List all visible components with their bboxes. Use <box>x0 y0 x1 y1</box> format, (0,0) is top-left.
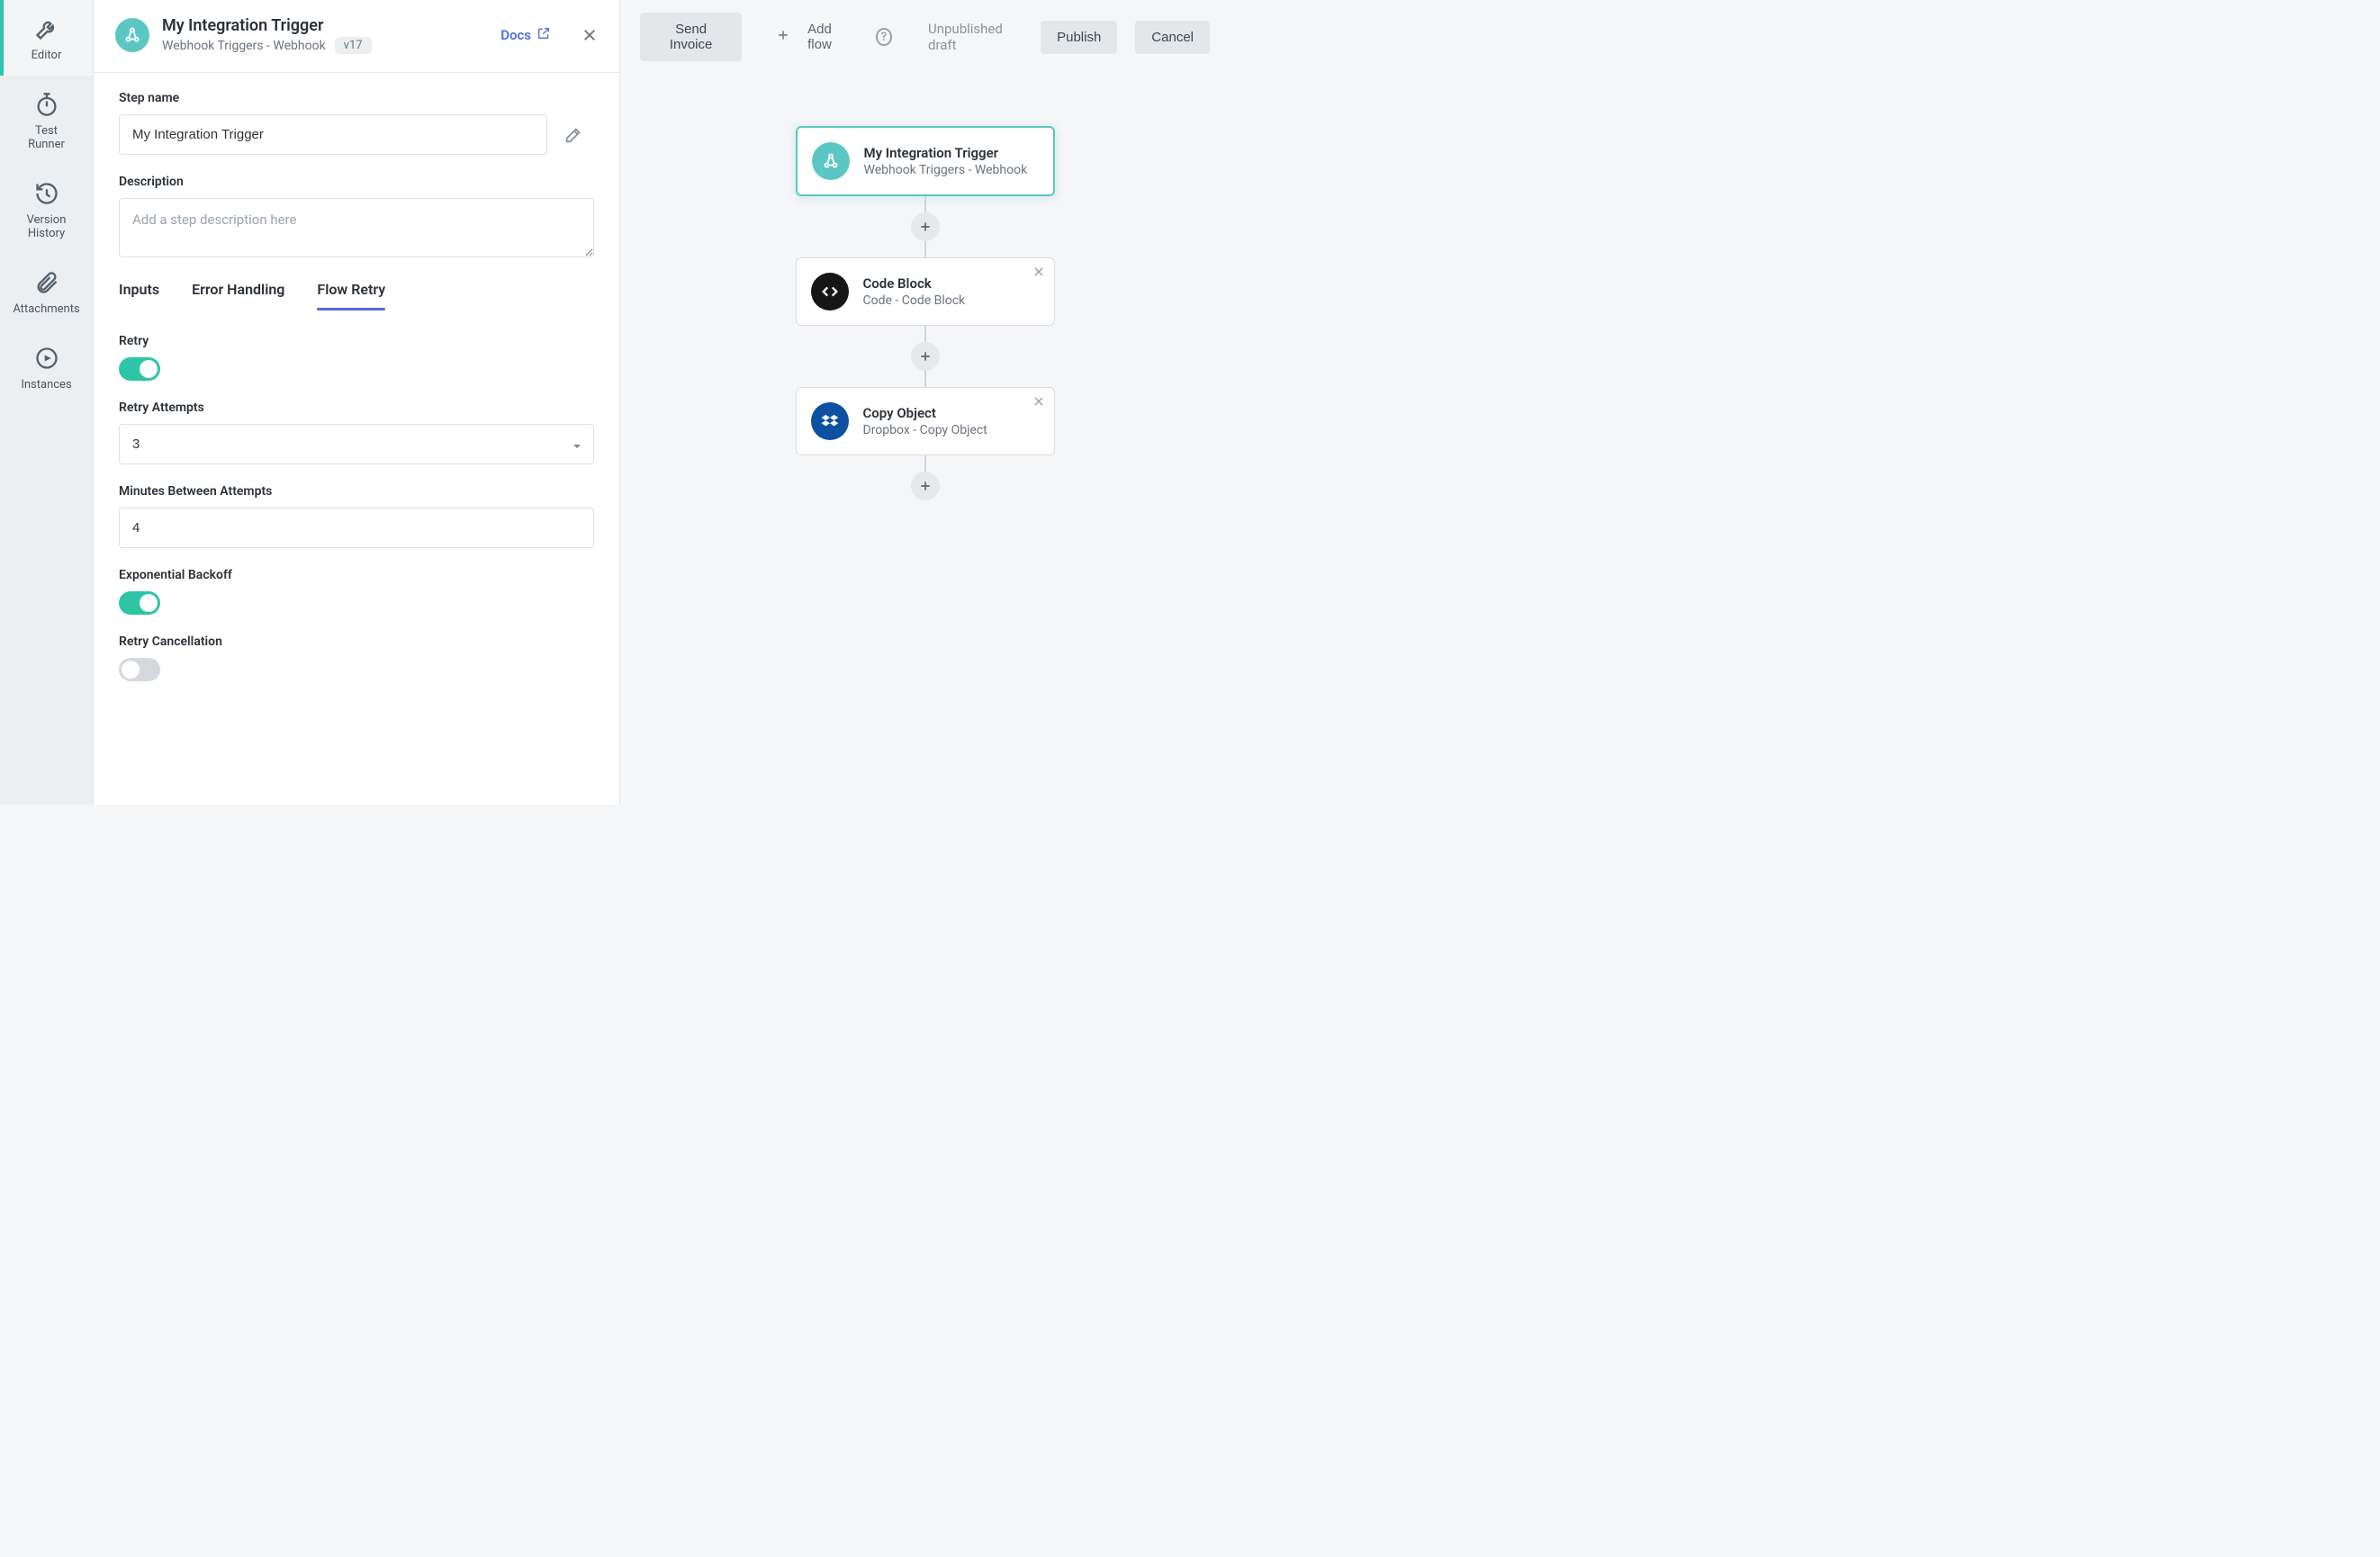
publish-button[interactable]: Publish <box>1041 21 1117 54</box>
plus-icon <box>776 28 790 46</box>
help-button[interactable]: ? <box>876 28 892 46</box>
play-circle-icon <box>32 344 61 373</box>
add-step-button[interactable] <box>911 472 940 500</box>
close-icon <box>1032 266 1045 278</box>
close-icon <box>581 27 598 43</box>
close-icon <box>1032 395 1045 408</box>
retry-attempts-group: Retry Attempts <box>119 400 594 464</box>
minutes-between-label: Minutes Between Attempts <box>119 484 594 499</box>
tab-inputs[interactable]: Inputs <box>119 281 159 309</box>
retry-attempts-select[interactable] <box>119 424 594 464</box>
close-panel-button[interactable] <box>581 27 598 43</box>
plus-icon <box>918 349 933 364</box>
minutes-between-group: Minutes Between Attempts <box>119 484 594 548</box>
remove-node-button[interactable] <box>1032 395 1045 408</box>
sidenav-testrunner-label: Test Runner <box>28 124 65 152</box>
retry-toggle[interactable] <box>119 357 160 381</box>
add-flow-label: Add flow <box>798 22 842 52</box>
description-label: Description <box>119 175 594 189</box>
node-title: Copy Object <box>863 405 1040 421</box>
node-title: Code Block <box>863 275 1040 292</box>
sidenav-editor[interactable]: Editor <box>0 0 93 76</box>
draft-status: Unpublished draft <box>928 21 1023 53</box>
editor-panel: My Integration Trigger Webhook Triggers … <box>94 0 620 805</box>
editor-header: My Integration Trigger Webhook Triggers … <box>94 0 619 73</box>
docs-link[interactable]: Docs <box>500 26 551 44</box>
node-sub: Code - Code Block <box>863 293 1040 308</box>
cancel-button[interactable]: Cancel <box>1135 21 1210 54</box>
sidenav-instances[interactable]: Instances <box>0 329 93 405</box>
retry-cancellation-group: Retry Cancellation <box>119 634 594 681</box>
sidenav-attachments[interactable]: Attachments <box>0 254 93 329</box>
step-name-label: Step name <box>119 91 594 105</box>
connector <box>924 196 926 212</box>
node-title: My Integration Trigger <box>864 145 1039 161</box>
connector <box>924 371 926 387</box>
flow-node-code-block[interactable]: Code Block Code - Code Block <box>796 257 1055 326</box>
retry-label: Retry <box>119 334 594 348</box>
plus-icon <box>918 220 933 234</box>
retry-attempts-label: Retry Attempts <box>119 400 594 415</box>
code-icon <box>811 273 849 310</box>
editor-title: My Integration Trigger <box>162 16 488 35</box>
remove-node-button[interactable] <box>1032 266 1045 278</box>
node-sub: Webhook Triggers - Webhook <box>864 163 1039 177</box>
flow-canvas[interactable]: My Integration Trigger Webhook Triggers … <box>620 74 1230 805</box>
dropbox-icon <box>811 402 849 440</box>
webhook-icon <box>812 142 850 180</box>
connector <box>924 241 926 257</box>
canvas-area: Send Invoice Add flow ? Unpublished draf… <box>620 0 1230 805</box>
edit-step-name-button[interactable] <box>563 125 583 145</box>
docs-label: Docs <box>500 27 531 43</box>
webhook-icon <box>115 18 149 52</box>
paperclip-icon <box>32 268 61 297</box>
question-icon: ? <box>881 31 887 44</box>
sidenav-instances-label: Instances <box>21 378 71 392</box>
canvas-toolbar: Send Invoice Add flow ? Unpublished draf… <box>620 0 1230 74</box>
sidenav-version-label: Version History <box>27 213 67 241</box>
editor-subtitle: Webhook Triggers - Webhook <box>162 39 326 53</box>
retry-cancellation-toggle[interactable] <box>119 658 160 681</box>
retry-cancellation-label: Retry Cancellation <box>119 634 594 649</box>
external-link-icon <box>536 26 551 44</box>
sidenav-test-runner[interactable]: Test Runner <box>0 76 93 165</box>
step-name-input[interactable] <box>119 114 547 155</box>
flow-node-trigger[interactable]: My Integration Trigger Webhook Triggers … <box>796 126 1055 196</box>
connector <box>924 455 926 472</box>
retry-group: Retry <box>119 334 594 381</box>
send-invoice-button[interactable]: Send Invoice <box>640 13 742 61</box>
tab-flow-retry[interactable]: Flow Retry <box>317 281 385 309</box>
sidenav-editor-label: Editor <box>32 49 62 63</box>
description-input[interactable] <box>119 198 594 257</box>
add-step-button[interactable] <box>911 212 940 241</box>
history-icon <box>32 179 61 208</box>
editor-title-block: My Integration Trigger Webhook Triggers … <box>162 16 488 54</box>
edit-icon <box>563 125 583 145</box>
step-name-group: Step name <box>119 91 594 155</box>
add-flow-button[interactable]: Add flow <box>760 13 858 61</box>
editor-tabs: Inputs Error Handling Flow Retry <box>119 281 594 309</box>
version-chip: v17 <box>335 37 372 54</box>
sidenav-attachments-label: Attachments <box>13 302 79 317</box>
wrench-icon <box>32 14 61 43</box>
exponential-backoff-label: Exponential Backoff <box>119 568 594 582</box>
add-step-button[interactable] <box>911 342 940 371</box>
connector <box>924 326 926 342</box>
minutes-between-input[interactable] <box>119 508 594 548</box>
sidenav-version-history[interactable]: Version History <box>0 165 93 254</box>
tab-error-handling[interactable]: Error Handling <box>192 281 284 309</box>
sidenav: Editor Test Runner Version History Attac… <box>0 0 94 805</box>
node-sub: Dropbox - Copy Object <box>863 423 1040 437</box>
flow-node-copy-object[interactable]: Copy Object Dropbox - Copy Object <box>796 387 1055 455</box>
description-group: Description <box>119 175 594 261</box>
stopwatch-icon <box>32 90 61 119</box>
plus-icon <box>918 479 933 493</box>
exponential-backoff-group: Exponential Backoff <box>119 568 594 615</box>
editor-body: Step name Description Inputs Error Handl… <box>94 73 619 737</box>
exponential-backoff-toggle[interactable] <box>119 591 160 615</box>
